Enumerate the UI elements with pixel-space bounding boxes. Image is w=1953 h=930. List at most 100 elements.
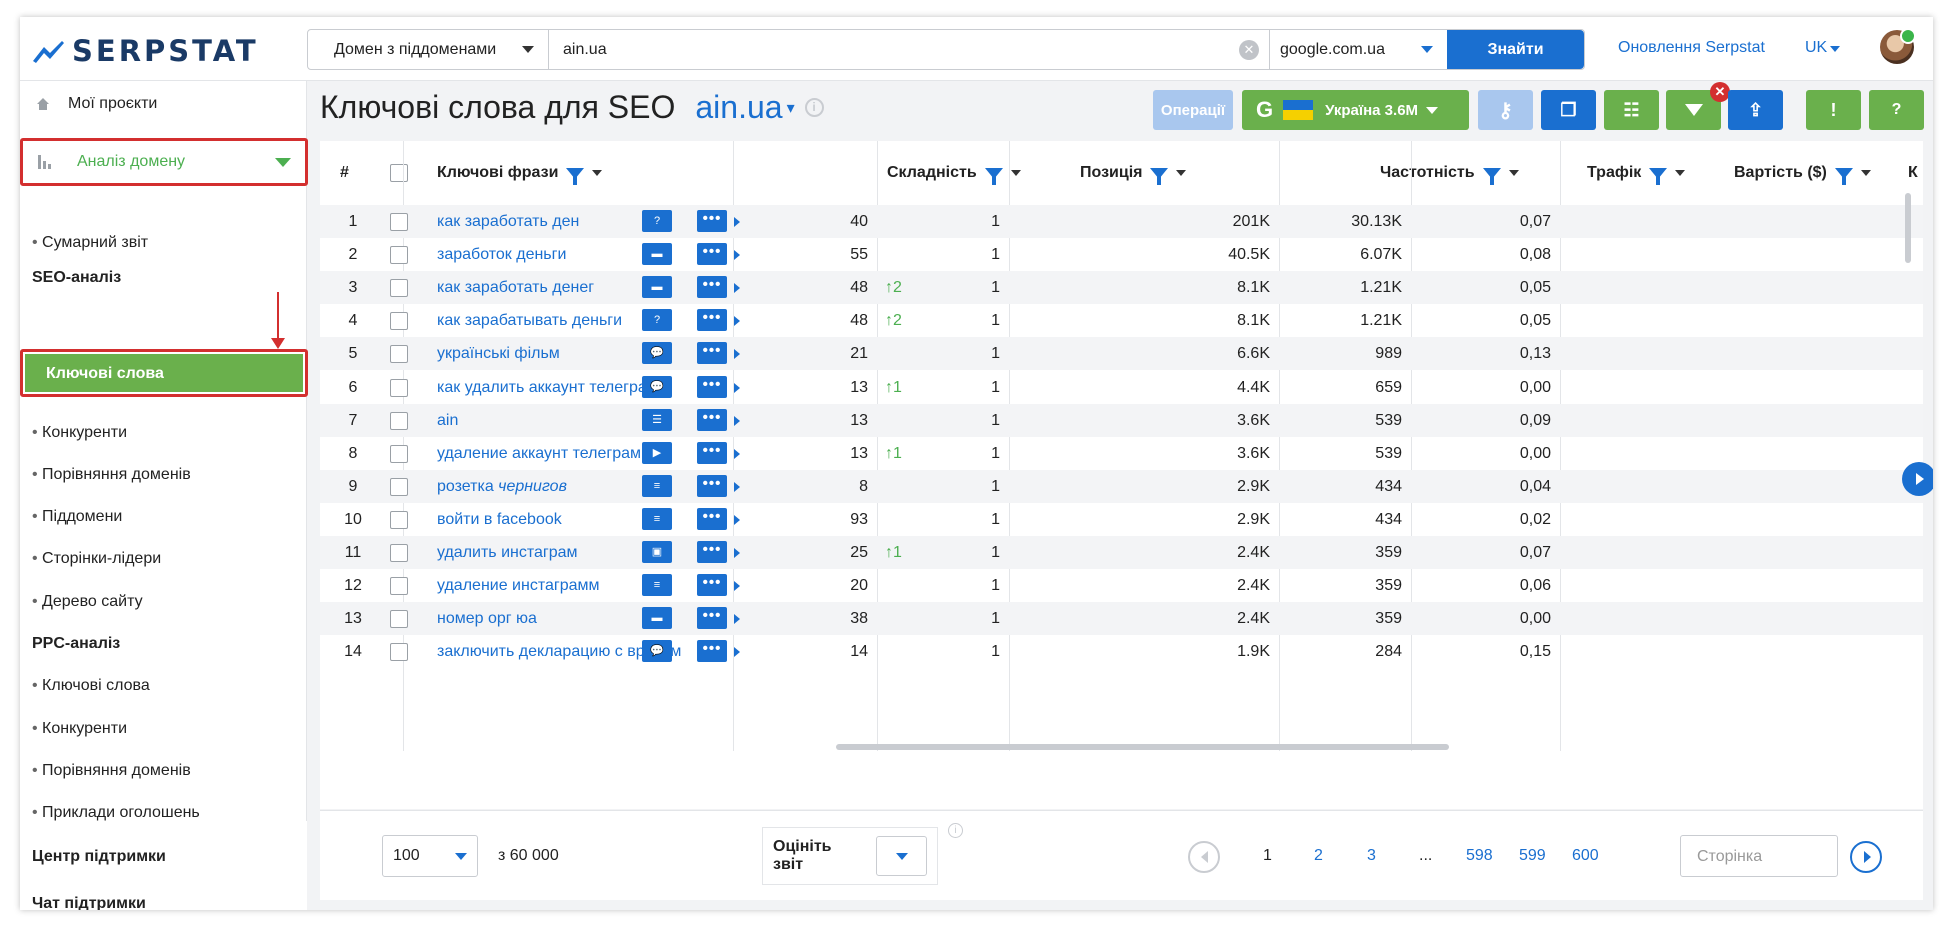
sidebar-item-site-tree[interactable]: Дерево сайту xyxy=(32,593,143,611)
col-header-volume[interactable]: Частотність xyxy=(1380,141,1519,205)
col-header-traffic[interactable]: Трафік xyxy=(1587,141,1686,205)
vertical-scrollbar[interactable] xyxy=(1905,193,1911,263)
serp-feature-icon[interactable]: ? xyxy=(642,309,672,332)
serp-feature-icon[interactable]: 💬 xyxy=(642,342,672,365)
more-options-button[interactable]: ••• xyxy=(697,342,727,365)
domain-input[interactable]: ain.ua ✕ xyxy=(549,30,1269,69)
keyword-link[interactable]: как зарабатывать деньги xyxy=(437,312,622,330)
serp-feature-icon[interactable]: ▬ xyxy=(642,243,672,266)
filter-icon[interactable] xyxy=(1834,167,1853,185)
sort-icon[interactable] xyxy=(1176,170,1187,176)
updates-link[interactable]: Оновлення Serpstat xyxy=(1618,39,1765,57)
sidebar-item-domain-analysis[interactable]: Аналіз домену xyxy=(20,138,308,186)
row-checkbox[interactable] xyxy=(390,345,408,364)
row-checkbox[interactable] xyxy=(390,279,408,298)
keyword-link[interactable]: удалить инстаграм xyxy=(437,544,578,562)
row-checkbox[interactable] xyxy=(390,411,408,430)
clear-icon[interactable]: ✕ xyxy=(1239,40,1259,60)
more-options-button[interactable]: ••• xyxy=(697,607,727,630)
expand-row-icon[interactable] xyxy=(734,614,740,625)
more-options-button[interactable]: ••• xyxy=(697,574,727,597)
sort-icon[interactable] xyxy=(1675,170,1686,176)
serp-feature-icon[interactable]: ▬ xyxy=(642,276,672,299)
sidebar-item-ad-examples[interactable]: Приклади оголошень xyxy=(32,804,200,822)
logo[interactable]: SERPSTAT xyxy=(32,34,259,68)
row-checkbox[interactable] xyxy=(390,312,408,331)
rate-select[interactable] xyxy=(876,836,927,876)
copy-button[interactable]: ❐ xyxy=(1541,90,1596,130)
expand-row-icon[interactable] xyxy=(734,448,740,459)
support-chat-link[interactable]: Чат підтримки xyxy=(32,895,146,910)
support-center-link[interactable]: Центр підтримки xyxy=(32,848,166,866)
filter-icon[interactable] xyxy=(984,167,1003,185)
serp-feature-icon[interactable]: ▶ xyxy=(642,441,672,464)
page-2[interactable]: 2 xyxy=(1314,847,1323,865)
sidebar-item-seo-keywords[interactable]: Ключові слова xyxy=(20,349,308,397)
language-select[interactable]: UK xyxy=(1805,39,1841,57)
more-options-button[interactable]: ••• xyxy=(697,541,727,563)
sidebar-item-subdomains[interactable]: Піддомени xyxy=(32,508,122,526)
page-3[interactable]: 3 xyxy=(1367,847,1376,865)
more-options-button[interactable]: ••• xyxy=(697,408,727,431)
more-options-button[interactable]: ••• xyxy=(697,309,727,332)
keyword-link[interactable]: розетка чернигов xyxy=(437,478,567,496)
country-select[interactable]: G Україна 3.6M xyxy=(1242,90,1469,130)
find-button[interactable]: Знайти xyxy=(1447,30,1584,69)
per-page-select[interactable]: 100 xyxy=(382,835,478,877)
more-options-button[interactable]: ••• xyxy=(697,507,727,530)
keywords-filter-button[interactable]: ⚷ xyxy=(1478,90,1533,130)
keyword-link[interactable]: удаление аккаунт телеграмм xyxy=(437,445,652,463)
filter-icon[interactable] xyxy=(566,167,585,185)
row-checkbox[interactable] xyxy=(390,246,408,265)
expand-panel-button[interactable] xyxy=(1902,462,1933,496)
expand-row-icon[interactable] xyxy=(734,647,740,658)
page-1[interactable]: 1 xyxy=(1263,847,1272,865)
serp-feature-icon[interactable]: ▣ xyxy=(642,541,672,563)
keyword-link[interactable]: как заработать ден xyxy=(437,213,579,231)
page-600[interactable]: 600 xyxy=(1572,847,1599,865)
expand-row-icon[interactable] xyxy=(734,250,740,261)
sort-icon[interactable] xyxy=(592,170,603,176)
clear-filter-icon[interactable]: ✕ xyxy=(1710,82,1730,102)
serp-feature-icon[interactable]: ▬ xyxy=(642,607,672,630)
serp-feature-icon[interactable]: ≡ xyxy=(642,474,672,497)
columns-button[interactable]: ☷ xyxy=(1604,90,1659,130)
row-checkbox[interactable] xyxy=(390,577,408,596)
sidebar-item-seo-competitors[interactable]: Конкуренти xyxy=(32,424,127,442)
filter-icon[interactable] xyxy=(1482,167,1501,185)
serp-feature-icon[interactable]: 💬 xyxy=(642,640,672,663)
sidebar-item-projects[interactable]: Мої проєкти xyxy=(36,95,157,113)
sort-icon[interactable] xyxy=(1508,170,1519,176)
sidebar-item-seo-domain-compare[interactable]: Порівняння доменів xyxy=(32,466,191,484)
help-button[interactable]: ? xyxy=(1869,90,1924,130)
filter-icon[interactable] xyxy=(1649,167,1668,185)
more-options-button[interactable]: ••• xyxy=(697,441,727,464)
row-checkbox[interactable] xyxy=(390,378,408,397)
expand-row-icon[interactable] xyxy=(734,349,740,360)
expand-row-icon[interactable] xyxy=(734,581,740,592)
more-options-button[interactable]: ••• xyxy=(697,210,727,232)
page-number-input[interactable]: Сторінка xyxy=(1680,835,1838,877)
horizontal-scrollbar[interactable] xyxy=(836,744,1449,750)
sidebar-item-ppc-keywords[interactable]: Ключові слова xyxy=(32,677,150,695)
keyword-link[interactable]: как заработать денег xyxy=(437,279,594,297)
expand-row-icon[interactable] xyxy=(734,382,740,393)
expand-row-icon[interactable] xyxy=(734,283,740,294)
select-all-checkbox[interactable] xyxy=(390,164,408,182)
col-header-position[interactable]: Позиція xyxy=(1080,141,1187,205)
sidebar-item-top-pages[interactable]: Сторінки-лідери xyxy=(32,550,161,568)
avatar[interactable] xyxy=(1880,28,1916,64)
prev-page-button[interactable] xyxy=(1188,841,1220,873)
row-checkbox[interactable] xyxy=(390,610,408,629)
sort-icon[interactable] xyxy=(1010,170,1021,176)
sidebar-item-ppc-competitors[interactable]: Конкуренти xyxy=(32,720,127,738)
page-domain[interactable]: ain.ua xyxy=(695,89,782,126)
more-options-button[interactable]: ••• xyxy=(697,243,727,266)
keyword-link[interactable]: українські фільм xyxy=(437,345,560,363)
sidebar-item-summary[interactable]: Сумарний звіт xyxy=(32,234,148,252)
expand-row-icon[interactable] xyxy=(734,217,740,227)
sort-icon[interactable] xyxy=(1860,170,1871,176)
expand-row-icon[interactable] xyxy=(734,316,740,327)
more-options-button[interactable]: ••• xyxy=(697,474,727,497)
col-header-keywords[interactable]: Ключові фрази xyxy=(437,141,603,205)
